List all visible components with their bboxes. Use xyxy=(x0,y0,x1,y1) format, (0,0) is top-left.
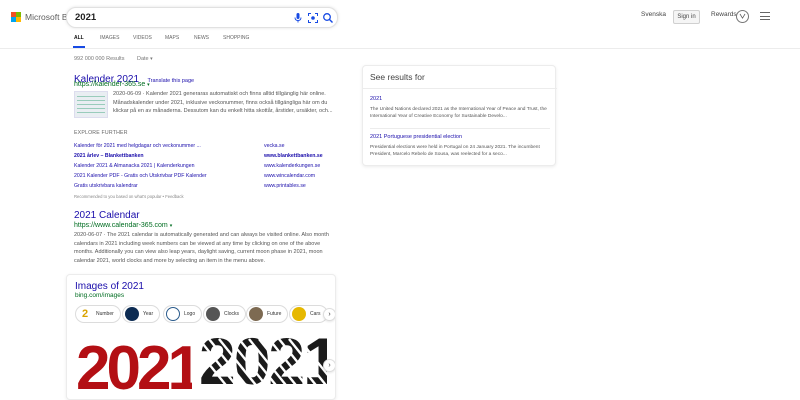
tab-maps[interactable]: MAPS xyxy=(165,35,194,41)
chevron-down-icon: ▾ xyxy=(147,82,150,88)
results-count: 992 000 000 Results xyxy=(74,56,125,62)
stripe-overlay-icon xyxy=(199,338,327,390)
tab-news[interactable]: NEWS xyxy=(194,35,223,41)
images-source-url[interactable]: bing.com/images xyxy=(75,292,124,299)
card-divider xyxy=(363,88,557,89)
explore-site[interactable]: www.blankettbanken.se xyxy=(264,153,323,159)
chip-future[interactable]: Future xyxy=(246,305,289,323)
see-results-desc: Presidential elections were held in Port… xyxy=(370,145,540,157)
explore-link[interactable]: Kalender för 2021 med helgdagar och veck… xyxy=(74,143,201,149)
chip-clocks-thumbnail xyxy=(206,307,220,321)
snippet-line: months. Additionally you can view also l… xyxy=(74,249,323,256)
see-results-link-election[interactable]: 2021 Portuguese presidential election xyxy=(370,134,462,140)
chip-clocks[interactable]: Clocks xyxy=(203,305,247,323)
explore-site[interactable]: www.printables.se xyxy=(264,183,306,189)
translate-link[interactable]: Translate this page xyxy=(148,78,195,84)
chip-number[interactable]: 2 Number xyxy=(75,305,121,323)
image-result-red-2021[interactable]: 2021 xyxy=(75,333,192,400)
chip-number-thumbnail: 2 xyxy=(78,307,92,321)
snippet-line: 2020-06-07 · The 2021 calendar is automa… xyxy=(74,232,329,238)
explore-further-heading: EXPLORE FURTHER xyxy=(74,130,128,136)
tab-shopping[interactable]: SHOPPING xyxy=(223,35,249,41)
chip-year-thumbnail xyxy=(125,307,139,321)
header-divider xyxy=(0,48,800,49)
explore-site[interactable]: vecka.se xyxy=(264,143,284,149)
snippet-line: calendar 2021, world clocks and more by … xyxy=(74,257,266,264)
rewards-link[interactable]: Rewards xyxy=(711,11,737,18)
explore-link[interactable]: Gratis utskrivbara kalendrar xyxy=(74,183,138,189)
see-results-card: See results for 2021 The United Nations … xyxy=(362,65,557,166)
search-input[interactable]: 2021 xyxy=(75,12,96,23)
visual-search-icon[interactable] xyxy=(307,12,319,24)
images-next-arrow-icon[interactable]: › xyxy=(323,359,335,372)
tab-all[interactable]: ALL xyxy=(74,35,100,41)
result-1-url-text: https://kalender-365.se xyxy=(74,81,146,88)
chips-next-arrow-icon[interactable]: › xyxy=(323,308,335,321)
chip-future-thumbnail xyxy=(249,307,263,321)
chip-label: Year xyxy=(143,311,154,317)
result-1-thumbnail[interactable] xyxy=(74,91,108,118)
search-box[interactable]: 2021 xyxy=(66,7,338,28)
explore-link[interactable]: 2021 årlev – Blankettbanken xyxy=(74,153,144,159)
explore-site[interactable]: www.kalenderkungen.se xyxy=(264,163,320,169)
see-results-heading: See results for xyxy=(370,72,425,82)
chip-cars-thumbnail xyxy=(292,307,306,321)
date-filter[interactable]: Date ▾ xyxy=(137,56,153,62)
chip-label: Future xyxy=(267,311,282,317)
images-title[interactable]: Images of 2021 xyxy=(75,281,144,292)
snippet-line: Månadskalender under 2021, inklusive vec… xyxy=(113,99,328,106)
menu-icon[interactable] xyxy=(760,12,770,23)
date-filter-label: Date xyxy=(137,56,149,62)
tab-videos[interactable]: VIDEOS xyxy=(133,35,165,41)
see-results-link-2021[interactable]: 2021 xyxy=(370,96,382,102)
chip-label: Cars xyxy=(310,311,321,317)
snippet-line: Kalender 2021 generaras automatiskt och … xyxy=(146,91,326,97)
recommendation-note: Recommended to you based on what's popul… xyxy=(74,194,184,199)
chip-label: Logo xyxy=(184,311,196,317)
snippet-line: klickar på en av månaderna. Dessutom kan… xyxy=(113,108,333,115)
see-results-desc: The United Nations declared 2021 as the … xyxy=(370,107,547,119)
chip-year[interactable]: Year xyxy=(122,305,161,323)
chevron-down-icon: ▾ xyxy=(169,223,173,229)
explore-link[interactable]: Kalender 2021 & Almanacka 2021 | Kalende… xyxy=(74,163,194,169)
chip-label: Number xyxy=(96,311,114,317)
chip-logo-thumbnail xyxy=(166,307,180,321)
result-1-snippet: 2020-06-09 · Kalender 2021 generaras aut… xyxy=(113,91,333,115)
result-2-snippet: 2020-06-07 · The 2021 calendar is automa… xyxy=(74,231,344,265)
images-card: Images of 2021 bing.com/images 2 Number … xyxy=(66,274,336,400)
result-2-title[interactable]: 2021 Calendar xyxy=(74,210,140,221)
result-2-url[interactable]: https://www.calendar-365.com ▾ xyxy=(74,222,172,229)
result-1-url[interactable]: https://kalender-365.se ▾ xyxy=(74,81,150,88)
chip-logo[interactable]: Logo xyxy=(163,305,203,323)
chip-cars[interactable]: Cars xyxy=(289,305,328,323)
search-icon[interactable] xyxy=(322,12,334,24)
microphone-icon[interactable] xyxy=(292,12,304,24)
image-result-striped-2021[interactable]: 2021 xyxy=(199,329,327,399)
language-link[interactable]: Svenska xyxy=(641,11,666,18)
microsoft-logo-icon xyxy=(11,12,21,22)
explore-site[interactable]: www.wincalendar.com xyxy=(264,173,315,179)
sign-in-button[interactable]: Sign in xyxy=(673,10,700,24)
explore-link[interactable]: 2021 Kalender PDF - Gratis och Utskrivba… xyxy=(74,173,207,179)
rewards-medal-icon[interactable] xyxy=(736,10,749,23)
image-1-number: 2021 xyxy=(76,334,192,400)
result-1-date: 2020-06-09 xyxy=(113,91,142,97)
tab-images[interactable]: IMAGES xyxy=(100,35,133,41)
chevron-down-icon: ▾ xyxy=(150,56,153,62)
chip-label: Clocks xyxy=(224,311,240,317)
result-2-url-text: https://www.calendar-365.com xyxy=(74,222,168,229)
card-divider xyxy=(370,128,550,129)
search-tabs: ALL IMAGES VIDEOS MAPS NEWS SHOPPING xyxy=(74,35,249,41)
snippet-line: calendars in 2021 including week numbers… xyxy=(74,240,321,247)
